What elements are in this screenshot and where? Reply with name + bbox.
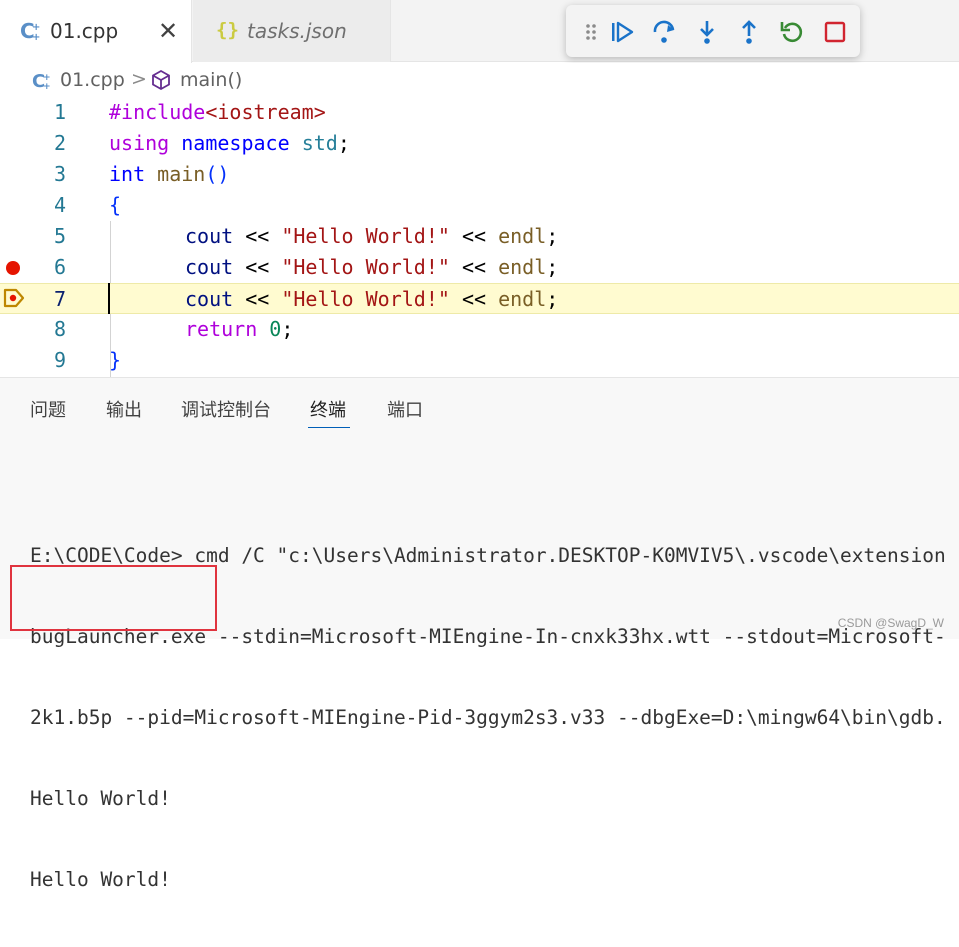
tab-label: tasks.json xyxy=(247,19,347,43)
bottom-panel: 问题 输出 调试控制台 终端 端口 E:\CODE\Code> cmd /C "… xyxy=(0,377,959,891)
breakpoint-dot-icon[interactable] xyxy=(6,261,20,275)
code-token: << xyxy=(233,255,282,279)
code-token: << xyxy=(449,287,499,311)
continue-icon[interactable] xyxy=(609,19,635,45)
code-token: #include xyxy=(109,100,206,124)
code-line: 2 using namespace std; xyxy=(0,128,959,159)
code-token: << xyxy=(449,255,499,279)
method-cube-icon xyxy=(152,69,170,91)
code-token: using xyxy=(109,131,170,155)
code-token: main xyxy=(157,162,206,186)
breadcrumb-file[interactable]: 01.cpp xyxy=(60,69,125,91)
json-file-icon: {} xyxy=(216,19,239,41)
line-number: 7 xyxy=(53,287,66,311)
debug-toolbar xyxy=(566,5,860,57)
code-token: std xyxy=(301,131,338,155)
tab-label: 01.cpp xyxy=(50,19,119,43)
breadcrumb-separator: > xyxy=(131,68,147,90)
line-number: 4 xyxy=(53,193,66,217)
line-number: 1 xyxy=(53,100,66,124)
line-number: 6 xyxy=(53,255,66,279)
code-token: ; xyxy=(281,317,294,341)
step-into-icon[interactable] xyxy=(694,19,720,45)
text-cursor xyxy=(108,283,110,314)
step-over-icon[interactable] xyxy=(651,19,677,45)
code-token: "Hello World!" xyxy=(281,287,450,311)
code-token: { xyxy=(109,193,122,217)
cpp-file-icon: C + + xyxy=(32,71,51,92)
terminal-output[interactable]: E:\CODE\Code> cmd /C "c:\Users\Administr… xyxy=(30,488,959,947)
panel-tab-terminal[interactable]: 终端 xyxy=(310,396,346,422)
cpp-file-icon: C + + xyxy=(20,19,40,43)
code-token: endl xyxy=(498,287,547,311)
code-token: cout xyxy=(185,287,234,311)
code-token: << xyxy=(449,224,499,248)
drag-handle-icon[interactable] xyxy=(578,19,604,45)
code-token: << xyxy=(233,287,282,311)
code-line: 8 return 0; xyxy=(0,314,959,345)
tab-tasks-json[interactable]: {} tasks.json xyxy=(193,0,391,62)
code-token: 0 xyxy=(269,317,282,341)
code-token: ; xyxy=(337,131,350,155)
tab-01-cpp[interactable]: C + + 01.cpp ✕ xyxy=(0,0,192,63)
breadcrumb: C + + 01.cpp > main() xyxy=(0,63,959,97)
code-token: cout xyxy=(185,255,234,279)
code-line: 4 { xyxy=(0,190,959,221)
code-token: int xyxy=(109,162,146,186)
stop-icon[interactable] xyxy=(822,19,848,45)
code-token: ; xyxy=(546,287,559,311)
panel-tab-ports[interactable]: 端口 xyxy=(387,396,423,422)
code-token: return xyxy=(185,317,258,341)
panel-tab-debug-console[interactable]: 调试控制台 xyxy=(181,396,271,422)
watermark: CSDN @SwagD_W xyxy=(837,616,944,630)
terminal-line: 2k1.b5p --pid=Microsoft-MIEngine-Pid-3gg… xyxy=(30,706,946,729)
line-number: 9 xyxy=(53,348,66,372)
panel-tab-output[interactable]: 输出 xyxy=(106,396,142,422)
step-out-icon[interactable] xyxy=(736,19,762,45)
terminal-line: Hello World! xyxy=(30,868,171,891)
code-token: cout xyxy=(185,224,234,248)
line-number: 8 xyxy=(53,317,66,341)
output-highlight-box xyxy=(10,565,217,631)
svg-text:+: + xyxy=(32,32,40,43)
panel-tab-problems[interactable]: 问题 xyxy=(30,396,66,422)
close-tab-icon[interactable]: ✕ xyxy=(158,17,178,45)
code-token: namespace xyxy=(181,131,290,155)
line-number: 2 xyxy=(53,131,66,155)
code-line: 6 cout << "Hello World!" << endl; xyxy=(0,252,959,283)
code-line-current: 7 cout << "Hello World!" << endl; xyxy=(0,283,959,314)
line-number: 3 xyxy=(53,162,66,186)
code-token: ; xyxy=(546,224,559,248)
active-tab-indicator xyxy=(308,427,350,428)
breadcrumb-symbol[interactable]: main() xyxy=(180,69,242,91)
code-token: endl xyxy=(498,224,547,248)
code-token: () xyxy=(205,162,230,186)
debug-stopped-arrow-icon[interactable] xyxy=(3,288,25,308)
code-editor[interactable]: 1 #include<iostream> 2 using namespace s… xyxy=(0,97,959,377)
code-token: << xyxy=(233,224,282,248)
code-token: <iostream> xyxy=(205,100,326,124)
code-line: 1 #include<iostream> xyxy=(0,97,959,128)
code-token: endl xyxy=(498,255,547,279)
svg-text:+: + xyxy=(43,82,51,92)
code-line: 5 cout << "Hello World!" << endl; xyxy=(0,221,959,252)
code-line: 3 int main() xyxy=(0,159,959,190)
line-number: 5 xyxy=(53,224,66,248)
code-token: "Hello World!" xyxy=(281,224,450,248)
restart-icon[interactable] xyxy=(779,19,805,45)
code-token: "Hello World!" xyxy=(281,255,450,279)
code-token: ; xyxy=(546,255,559,279)
terminal-line: Hello World! xyxy=(30,787,171,810)
code-token: } xyxy=(109,348,122,372)
code-line: 9 } xyxy=(0,345,959,376)
